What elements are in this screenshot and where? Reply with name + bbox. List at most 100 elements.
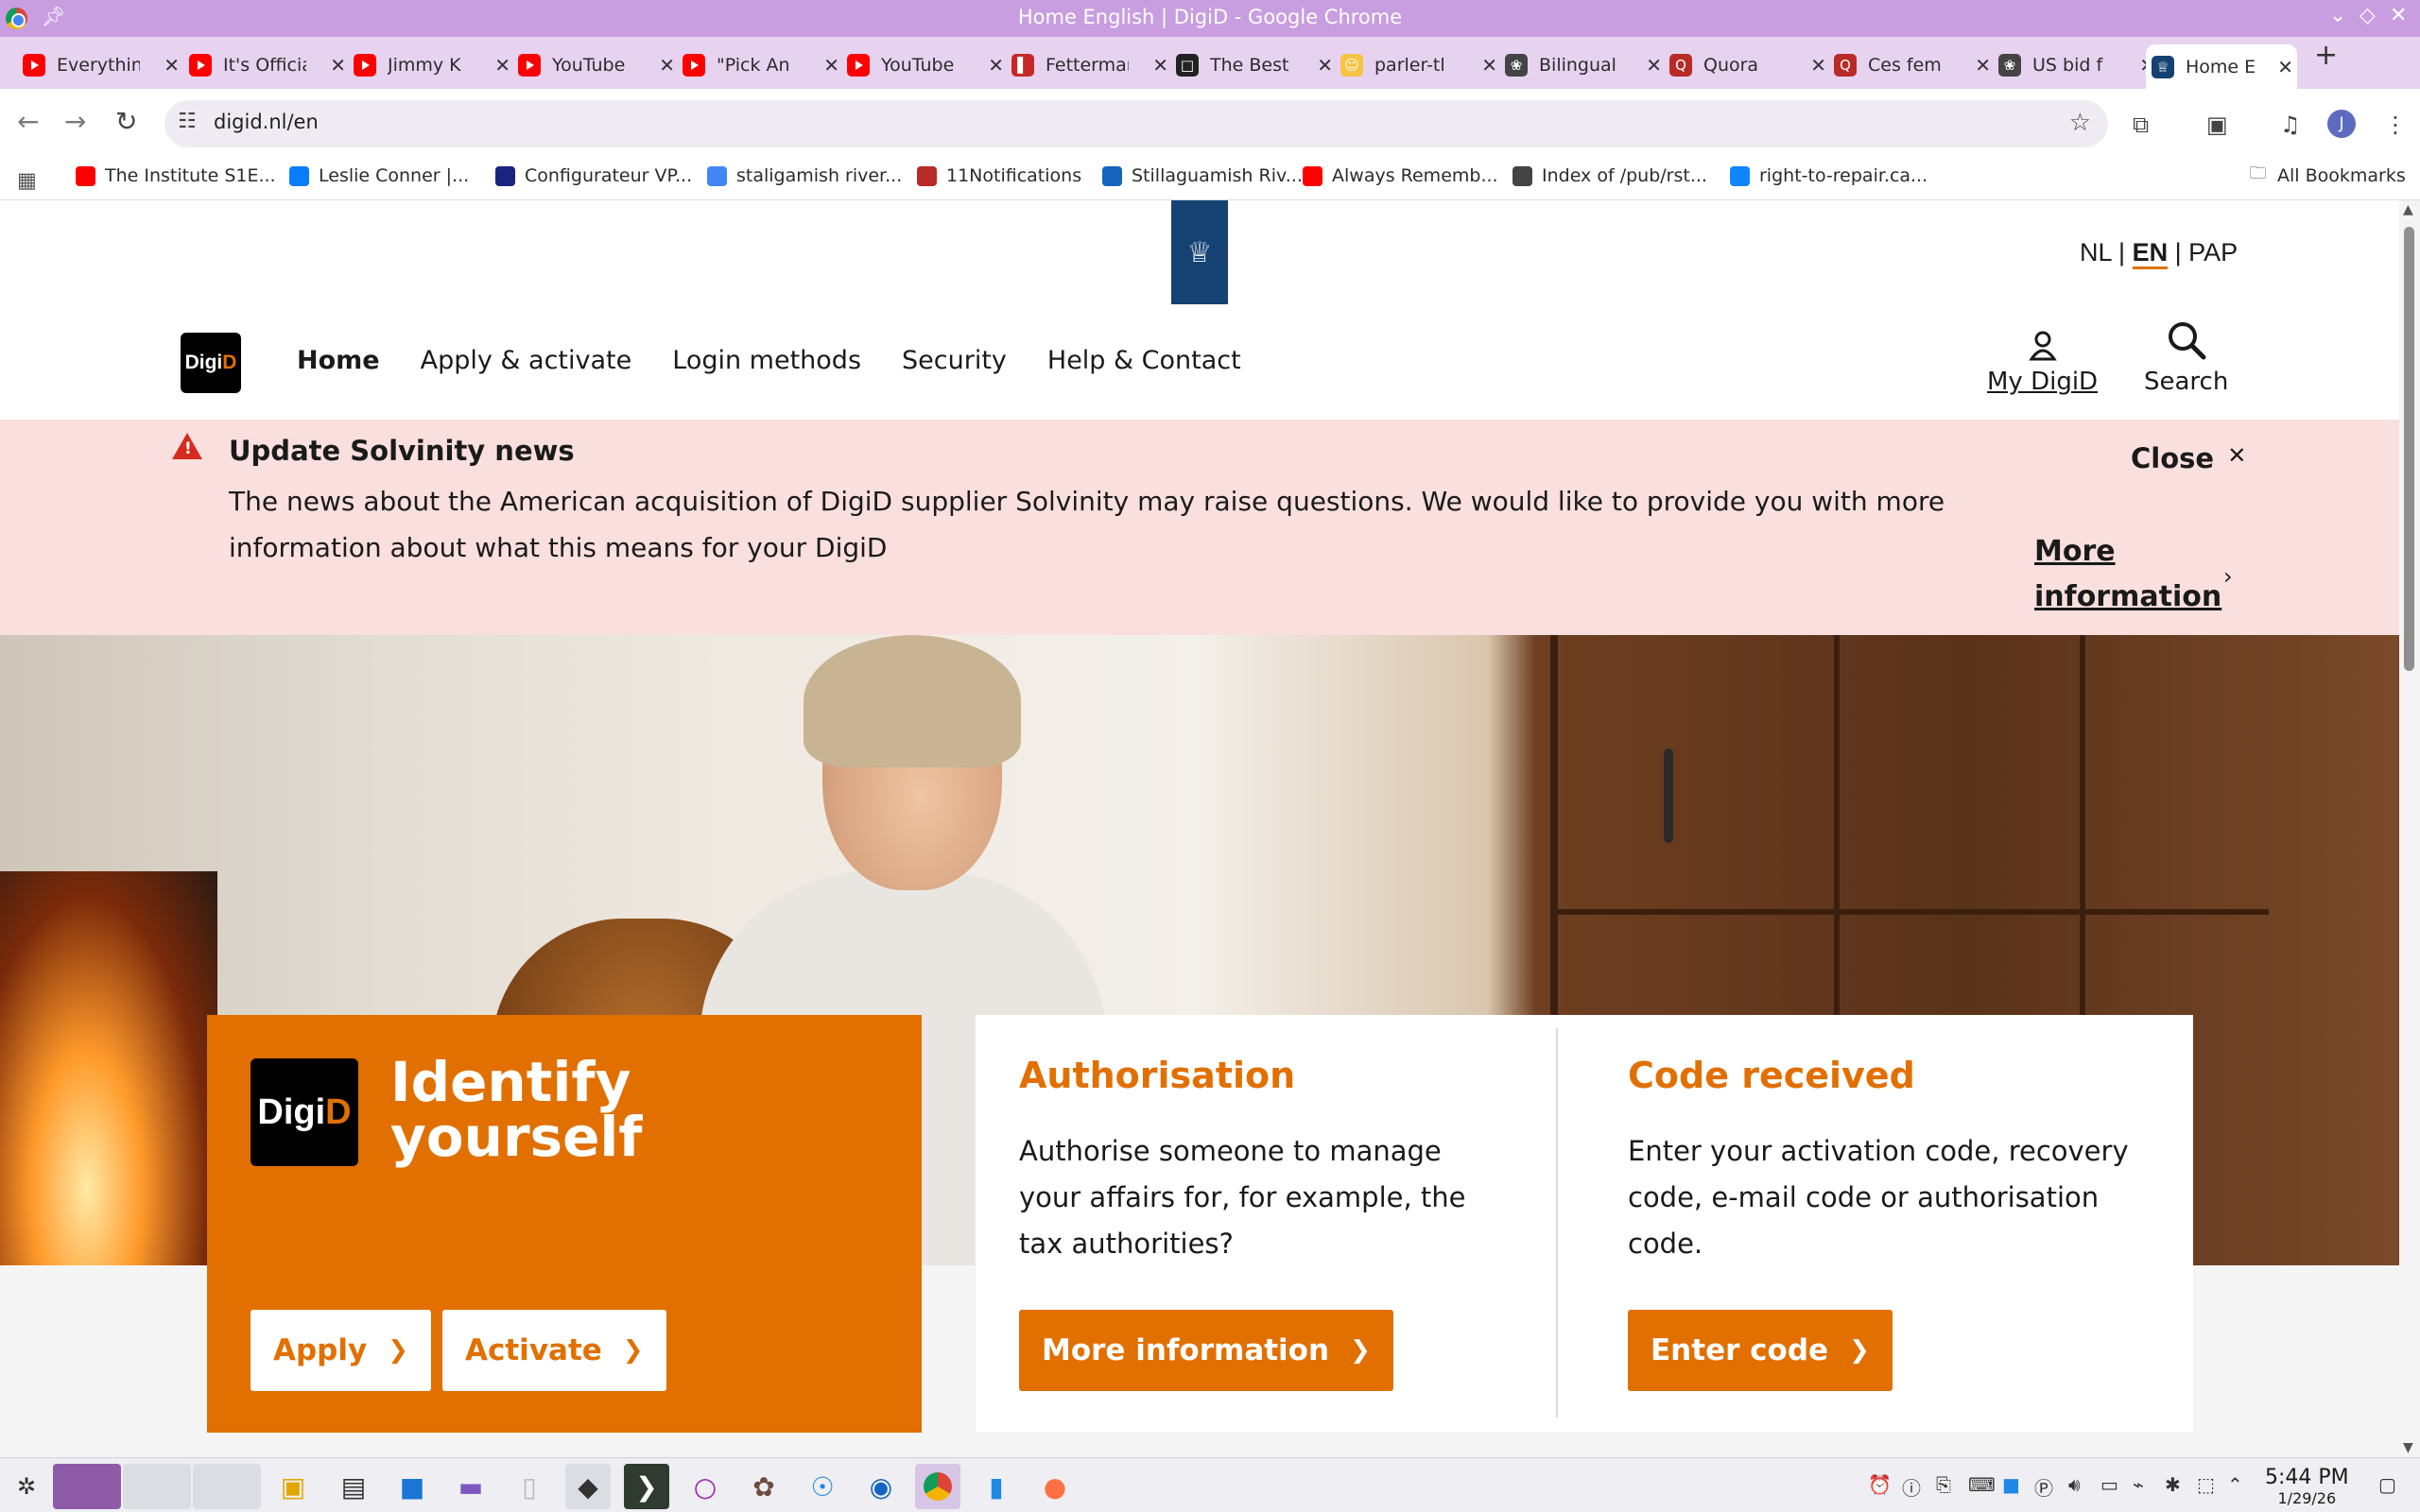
bluetooth-icon[interactable]: ✱ <box>2165 1473 2181 1496</box>
browser-tab[interactable]: ▌ Fetterman ✕ <box>1011 44 1172 86</box>
inkscape-icon[interactable]: ◆ <box>565 1464 611 1509</box>
virtual-desktop-2[interactable] <box>123 1464 191 1509</box>
terminal-icon[interactable]: ❯ <box>624 1464 669 1509</box>
show-desktop-icon[interactable]: ▢ <box>2378 1473 2396 1496</box>
tab-close-icon[interactable]: ✕ <box>164 54 180 77</box>
tray-alarm-icon[interactable]: ⏰ <box>1868 1473 1892 1496</box>
extensions-icon[interactable]: ⧉ <box>2133 112 2149 138</box>
address-bar[interactable]: ☷ digid.nl/en ☆ <box>164 100 2108 147</box>
file-manager-icon[interactable]: ▣ <box>270 1464 316 1509</box>
browser-tab[interactable]: YouTube ✕ <box>518 44 679 86</box>
tray-keyboard-icon[interactable]: ⌨ <box>1968 1473 1996 1496</box>
tray-expand-icon[interactable]: ⌃ <box>2227 1473 2243 1496</box>
alert-close-button[interactable]: Close ✕ <box>2131 442 2246 474</box>
site-info-icon[interactable]: ☷ <box>178 110 197 133</box>
chrome-menu-icon[interactable]: ⋮ <box>2384 112 2407 138</box>
tray-info-icon[interactable]: ⓘ <box>1902 1473 1921 1501</box>
bookmark-item[interactable]: Leslie Conner |... <box>289 165 469 186</box>
browser-tab[interactable]: ❀US bid f✕ <box>1998 44 2159 86</box>
gimp-icon[interactable]: ✿ <box>741 1464 786 1509</box>
browser-tab[interactable]: □ The Best ✕ <box>1176 44 1337 86</box>
writer-icon[interactable]: ▮ <box>974 1464 1019 1509</box>
close-window-icon[interactable]: ✕ <box>2390 4 2407 27</box>
browser-tab[interactable]: Jimmy K ✕ <box>354 44 514 86</box>
apps-grid-icon[interactable]: ▦ <box>17 169 37 193</box>
bookmark-star-icon[interactable]: ☆ <box>2069 109 2091 137</box>
profile-avatar[interactable]: J <box>2327 110 2356 138</box>
tray-chat-icon[interactable]: ■ <box>2002 1473 2020 1496</box>
tab-close-icon[interactable]: ✕ <box>1975 54 1991 77</box>
battery-icon[interactable]: ▭ <box>2100 1473 2118 1496</box>
browser-tab[interactable]: Q Quora ✕ <box>1669 44 1830 86</box>
alert-more-information-link[interactable]: More information <box>2034 529 2223 620</box>
tab-close-icon[interactable]: ✕ <box>1810 54 1826 77</box>
document-icon[interactable]: ▯ <box>507 1464 552 1509</box>
bookmark-item[interactable]: Always Rememb... <box>1303 165 1498 186</box>
nav-login-methods[interactable]: Login methods <box>672 346 861 375</box>
address-url[interactable]: digid.nl/en <box>214 111 319 133</box>
usb-icon[interactable]: ⌁ <box>2133 1473 2144 1496</box>
volume-icon[interactable]: 🔊︎ <box>2068 1473 2081 1496</box>
bookmark-item[interactable]: Index of /pub/rst... <box>1512 165 1707 186</box>
bookmark-item[interactable]: Configurateur VP... <box>495 165 692 186</box>
scrollbar-thumb[interactable] <box>2404 227 2414 671</box>
bookmark-item[interactable]: Stillaguamish Riv... <box>1102 165 1303 186</box>
network-icon[interactable]: ⬚ <box>2197 1473 2215 1496</box>
browser-tab[interactable]: Everything ✕ <box>23 44 183 86</box>
browser-tab[interactable]: ♕ Home E ✕ <box>2146 44 2297 89</box>
search-link[interactable]: Search <box>2144 319 2228 396</box>
circle-app-icon[interactable]: ○ <box>683 1464 728 1509</box>
tab-close-icon[interactable]: ✕ <box>2277 56 2293 78</box>
app-launcher-icon[interactable]: ✲ <box>4 1464 49 1509</box>
page-scrollbar[interactable]: ▲ ▼ <box>2399 200 2420 1457</box>
scroll-up-icon[interactable]: ▲ <box>2403 202 2413 217</box>
tab-close-icon[interactable]: ✕ <box>823 54 839 77</box>
tab-close-icon[interactable]: ✕ <box>1317 54 1333 77</box>
nav-apply-activate[interactable]: Apply & activate <box>421 346 632 375</box>
virtual-desktop-3[interactable] <box>193 1464 261 1509</box>
bookmark-item[interactable]: staligamish river... <box>707 165 902 186</box>
folder-icon[interactable]: ▬ <box>448 1464 493 1509</box>
back-arrow-icon[interactable]: ← <box>17 106 39 137</box>
browser-alt-icon[interactable]: ☉ <box>800 1464 845 1509</box>
nav-help-contact[interactable]: Help & Contact <box>1047 346 1241 375</box>
tab-close-icon[interactable]: ✕ <box>1481 54 1497 77</box>
system-clock[interactable]: 5:44 PM 1/29/26 <box>2265 1466 2349 1507</box>
browser-tab[interactable]: It's Official ✕ <box>189 44 350 86</box>
nav-security[interactable]: Security <box>902 346 1007 375</box>
store-icon[interactable]: ■ <box>389 1464 435 1509</box>
tab-close-icon[interactable]: ✕ <box>1646 54 1662 77</box>
authorisation-more-information-button[interactable]: More information ❯ <box>1019 1310 1393 1391</box>
apply-button[interactable]: Apply ❯ <box>251 1310 432 1391</box>
thunderbird-icon[interactable]: ◉ <box>858 1464 904 1509</box>
lang-pap[interactable]: PAP <box>2188 238 2238 266</box>
forward-arrow-icon[interactable]: → <box>64 106 86 137</box>
reload-icon[interactable]: ↻ <box>115 106 137 137</box>
terminal-window-icon[interactable]: ▤ <box>331 1464 376 1509</box>
nav-home[interactable]: Home <box>297 346 380 375</box>
tab-close-icon[interactable]: ✕ <box>1152 54 1168 77</box>
my-digid-link[interactable]: My DigiD <box>1987 329 2098 396</box>
tab-close-icon[interactable]: ✕ <box>330 54 346 77</box>
tab-close-icon[interactable]: ✕ <box>659 54 675 77</box>
firefox-icon[interactable]: ● <box>1032 1464 1078 1509</box>
tab-close-icon[interactable]: ✕ <box>494 54 510 77</box>
scroll-down-icon[interactable]: ▼ <box>2403 1440 2413 1455</box>
bookmark-item[interactable]: 11Notifications <box>917 165 1081 186</box>
browser-tab[interactable]: ❀ Bilingual ✕ <box>1505 44 1666 86</box>
tray-clipboard-icon[interactable]: ⎘ <box>1936 1473 1951 1496</box>
all-bookmarks-folder[interactable]: 🗀 All Bookmarks <box>2248 163 2406 186</box>
media-control-icon[interactable]: ♫ <box>2280 112 2301 138</box>
lang-nl[interactable]: NL <box>2080 238 2112 266</box>
bookmark-item[interactable]: right-to-repair.ca... <box>1730 165 1927 186</box>
virtual-desktop-1[interactable] <box>53 1464 121 1509</box>
lang-en[interactable]: EN <box>2132 238 2169 269</box>
minimize-icon[interactable]: ⌄ <box>2329 4 2346 27</box>
bookmark-item[interactable]: The Institute S1E... <box>76 165 276 186</box>
enter-code-button[interactable]: Enter code ❯ <box>1628 1310 1893 1391</box>
browser-tab[interactable]: "Pick An ✕ <box>683 44 843 86</box>
tab-close-icon[interactable]: ✕ <box>988 54 1004 77</box>
browser-tab[interactable]: YouTube ✕ <box>847 44 1008 86</box>
cast-icon[interactable]: ▣ <box>2206 112 2228 138</box>
new-tab-icon[interactable]: + <box>2314 39 2338 72</box>
